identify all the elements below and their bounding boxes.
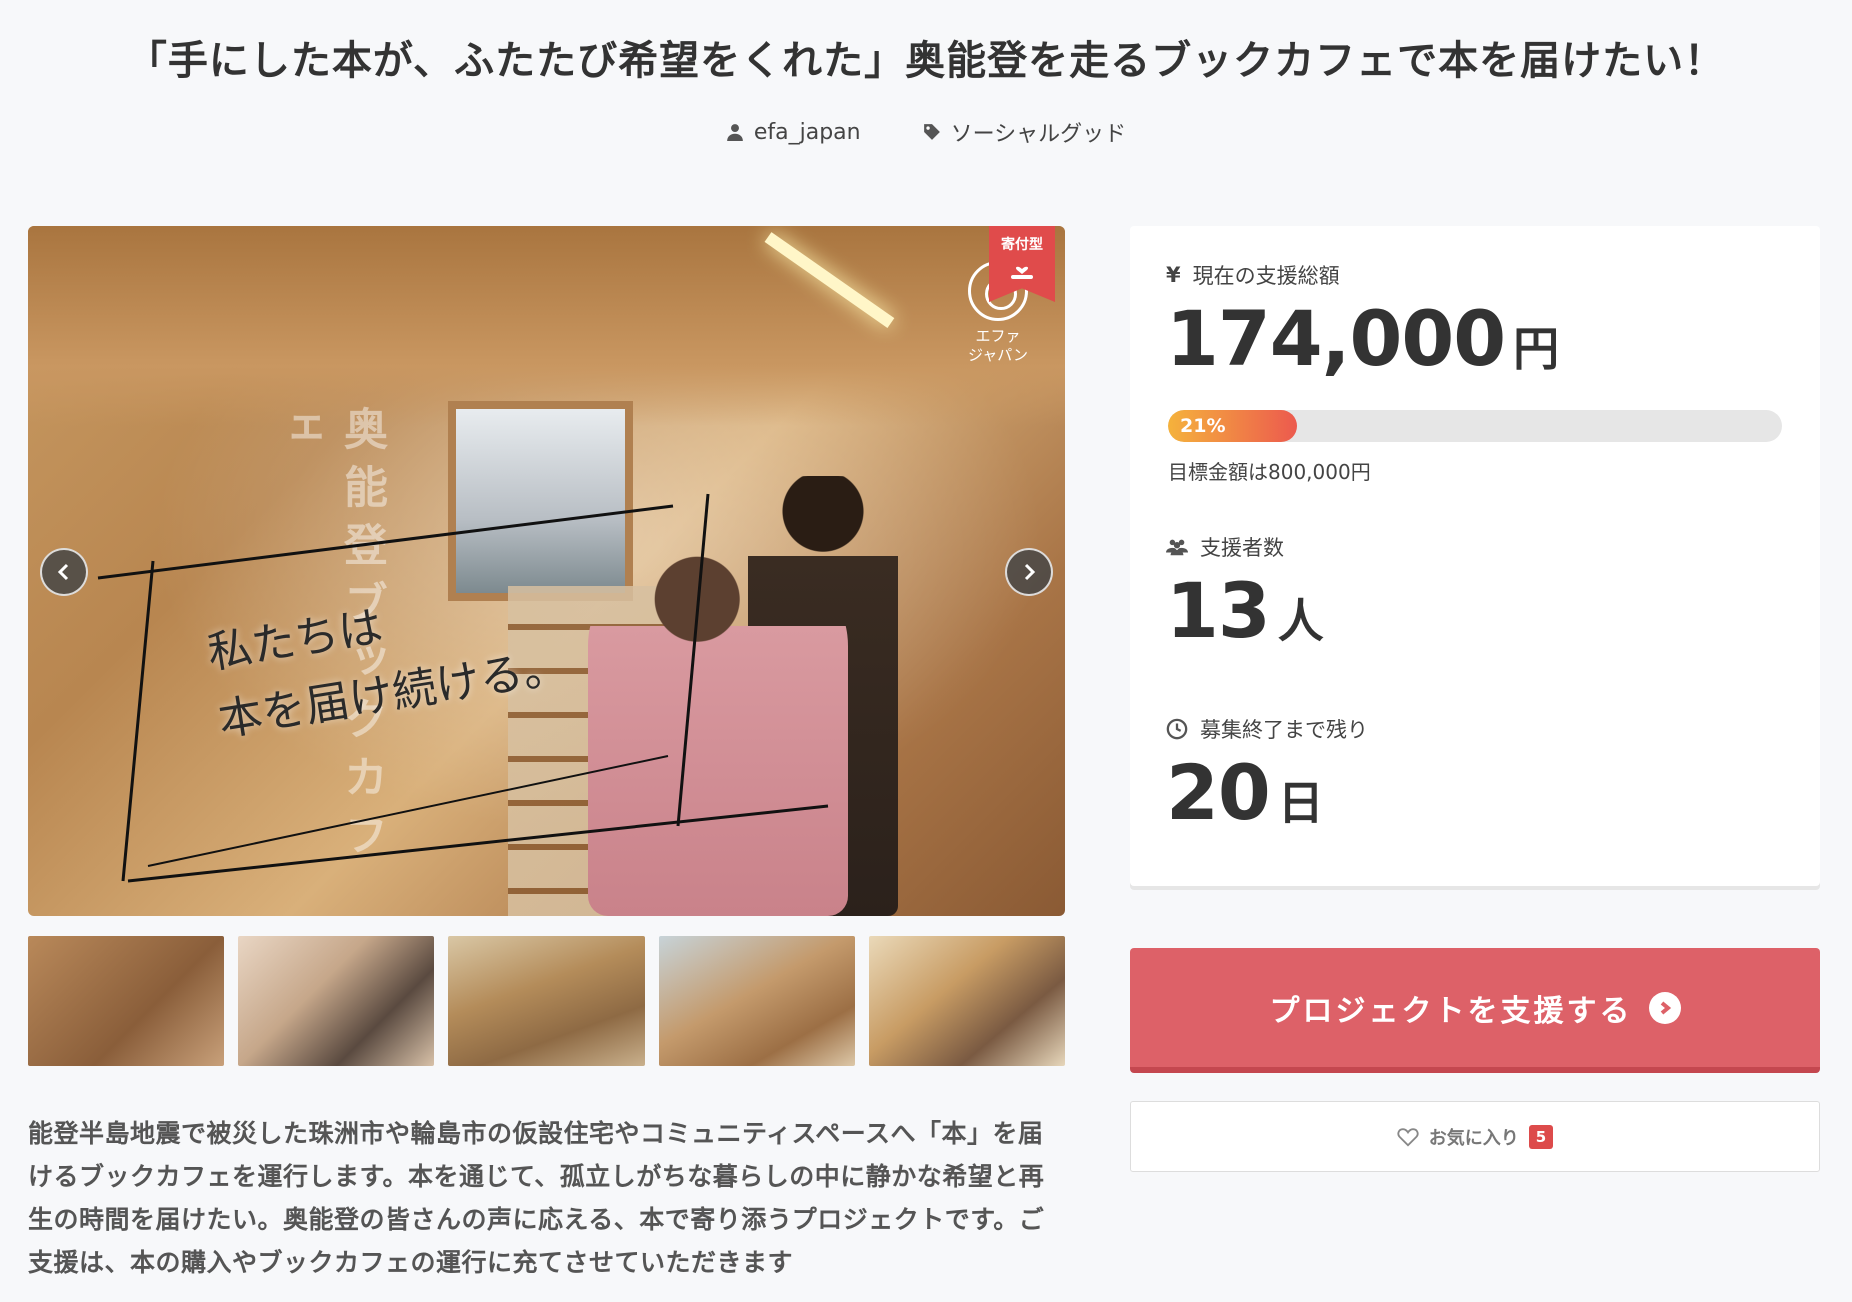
thumbnail-2[interactable] <box>238 936 435 1066</box>
funding-stats-panel: ¥ 現在の支援総額 174,000 円 21% 目標金額は800,000円 支援… <box>1130 226 1820 886</box>
goal-amount: 目標金額は800,000円 <box>1168 460 1371 484</box>
thumbnail-3[interactable] <box>448 936 645 1066</box>
favorite-button[interactable]: お気に入り 5 <box>1130 1101 1820 1172</box>
support-project-button[interactable]: プロジェクトを支援する <box>1130 948 1820 1073</box>
remaining-label: 募集終了まで残り <box>1166 714 1368 744</box>
supporters-value: 13 人 <box>1166 566 1324 655</box>
favorite-count-badge: 5 <box>1528 1124 1554 1149</box>
users-icon <box>1166 539 1188 556</box>
project-title: 「手にした本が、ふたたび希望をくれた」奥能登を走るブックカフェで本を届けたい！ <box>126 38 1726 84</box>
author-link[interactable]: efa_japan <box>726 116 861 148</box>
supporters-unit: 人 <box>1277 594 1324 648</box>
logo-text: エファ ジャパン <box>967 327 1028 364</box>
yen-icon: ¥ <box>1166 263 1181 287</box>
heart-icon <box>1397 1127 1419 1147</box>
total-unit: 円 <box>1513 322 1559 376</box>
supporters-label-text: 支援者数 <box>1200 536 1284 560</box>
user-icon <box>726 124 743 141</box>
total-amount-label: ¥ 現在の支援総額 <box>1166 260 1340 290</box>
hero-image: 奥能登ブックカフェ 私たちは 本を届け続ける。 エファ ジャパン 寄付型 <box>28 226 1065 916</box>
tag-icon <box>923 124 940 140</box>
author-name: efa_japan <box>753 119 861 145</box>
supporters-label: 支援者数 <box>1166 532 1284 562</box>
carousel-next-button[interactable] <box>1005 548 1053 596</box>
remaining-unit: 日 <box>1277 776 1324 830</box>
badge-label: 寄付型 <box>1001 237 1043 253</box>
thumbnail-5[interactable] <box>868 936 1066 1066</box>
remaining-days: 20 <box>1166 748 1271 837</box>
carousel-prev-button[interactable] <box>40 548 88 596</box>
thumbnail-4[interactable] <box>658 936 855 1066</box>
remaining-label-text: 募集終了まで残り <box>1200 718 1368 742</box>
favorite-label: お気に入り <box>1428 1127 1519 1149</box>
project-description: 能登半島地震で被災した珠洲市や輪島市の仮設住宅やコミュニティスペースへ「本」を届… <box>28 1119 1045 1277</box>
clock-icon <box>1166 718 1188 740</box>
chevron-right-icon <box>1024 563 1036 581</box>
progress-fill: 21% <box>1168 410 1297 442</box>
supporters-count: 13 <box>1166 566 1271 655</box>
thumbnail-1[interactable] <box>28 936 225 1066</box>
total-amount-value: 174,000 円 <box>1166 294 1559 383</box>
total-amount: 174,000 <box>1166 294 1506 383</box>
remaining-value: 20 日 <box>1166 748 1324 837</box>
category-name: ソーシャルグッド <box>950 122 1127 147</box>
support-button-label: プロジェクトを支援する <box>1269 993 1633 1029</box>
funding-progress-bar: 21% <box>1168 410 1782 442</box>
arrow-right-circle-icon <box>1648 991 1681 1024</box>
project-meta: efa_japan ソーシャルグッド <box>0 116 1852 148</box>
chevron-left-icon <box>57 563 69 581</box>
total-label-text: 現在の支援総額 <box>1192 264 1340 288</box>
category-link[interactable]: ソーシャルグッド <box>923 116 1127 148</box>
heart-hand-icon <box>1011 266 1033 279</box>
thumbnail-strip <box>28 936 1066 1066</box>
